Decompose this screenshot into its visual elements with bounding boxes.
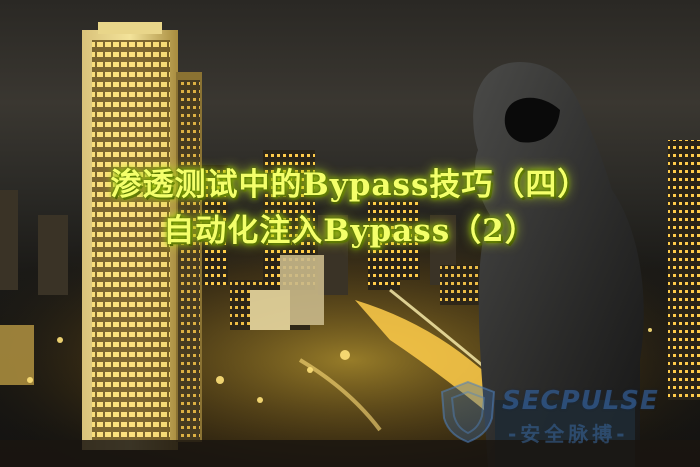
watermark-subtitle: -安全脉搏- <box>508 422 629 446</box>
title-block: 渗透测试中的Bypass技巧（四） 自动化注入Bypass（2） <box>0 162 700 254</box>
title-line-1: 渗透测试中的Bypass技巧（四） <box>110 167 590 203</box>
secpulse-watermark: SECPULSE -安全脉搏- <box>398 378 698 448</box>
background-photo: 渗透测试中的Bypass技巧（四） 自动化注入Bypass（2） SECPULS… <box>0 0 700 467</box>
shield-icon <box>440 380 496 444</box>
watermark-brand: SECPULSE <box>502 386 659 416</box>
title-line-2: 自动化注入Bypass（2） <box>163 213 537 249</box>
